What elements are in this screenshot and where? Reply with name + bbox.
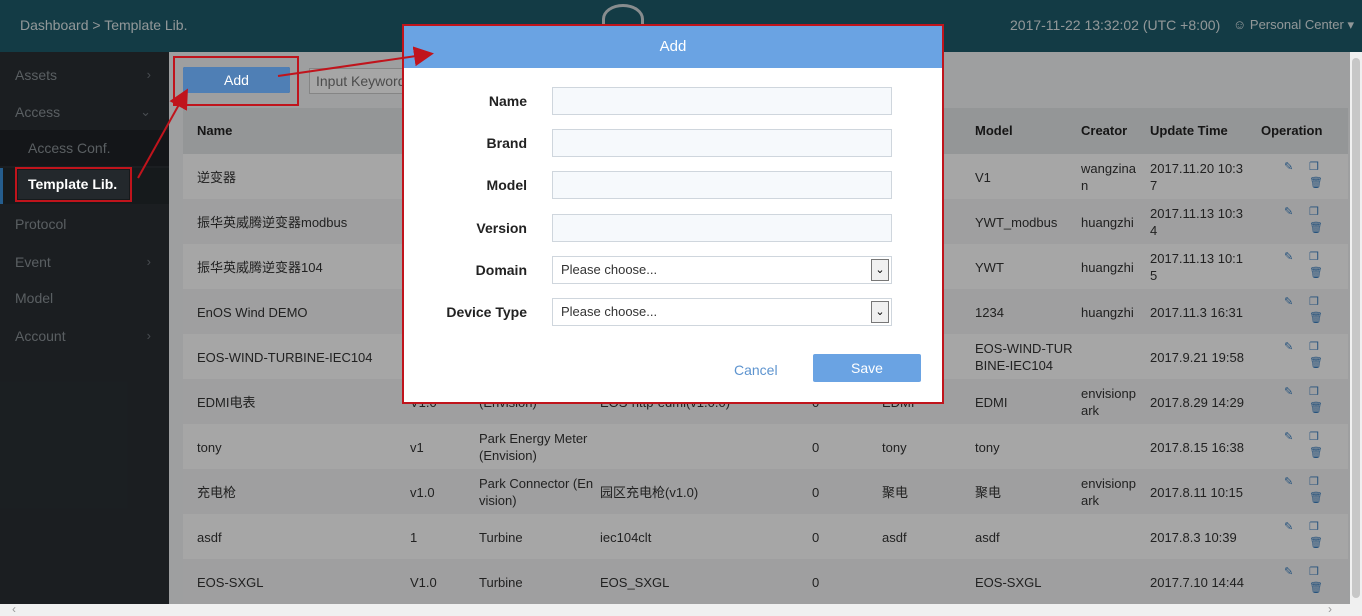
device-type-select[interactable]: Please choose... ⌄ bbox=[552, 298, 892, 326]
version-label: Version bbox=[476, 220, 527, 236]
chevron-down-icon[interactable]: ⌄ bbox=[871, 259, 889, 281]
scrollbar-thumb[interactable] bbox=[1352, 58, 1360, 598]
add-button-highlight[interactable]: Add bbox=[183, 67, 290, 93]
dialog-title: Add bbox=[404, 26, 942, 68]
brand-label: Brand bbox=[486, 135, 527, 151]
name-label: Name bbox=[488, 93, 527, 109]
brand-field[interactable] bbox=[552, 129, 892, 157]
cancel-button[interactable]: Cancel bbox=[734, 362, 778, 378]
version-field[interactable] bbox=[552, 214, 892, 242]
save-button[interactable]: Save bbox=[813, 354, 921, 382]
name-field[interactable] bbox=[552, 87, 892, 115]
horizontal-scrollbar[interactable]: ‹ › bbox=[0, 602, 1362, 616]
model-label: Model bbox=[486, 177, 527, 193]
vertical-scrollbar[interactable] bbox=[1350, 52, 1362, 604]
chevron-down-icon[interactable]: ⌄ bbox=[871, 301, 889, 323]
scroll-left-icon[interactable]: ‹ bbox=[12, 602, 16, 616]
domain-select-value: Please choose... bbox=[561, 262, 658, 277]
template-lib-highlight[interactable]: Template Lib. bbox=[18, 170, 129, 199]
device-type-label: Device Type bbox=[446, 304, 527, 320]
device-type-select-value: Please choose... bbox=[561, 304, 658, 319]
add-template-dialog: Add Name Brand Model Version Domain Plea… bbox=[402, 24, 944, 404]
scroll-right-icon[interactable]: › bbox=[1328, 602, 1332, 616]
domain-select[interactable]: Please choose... ⌄ bbox=[552, 256, 892, 284]
domain-label: Domain bbox=[475, 262, 527, 278]
model-field[interactable] bbox=[552, 171, 892, 199]
